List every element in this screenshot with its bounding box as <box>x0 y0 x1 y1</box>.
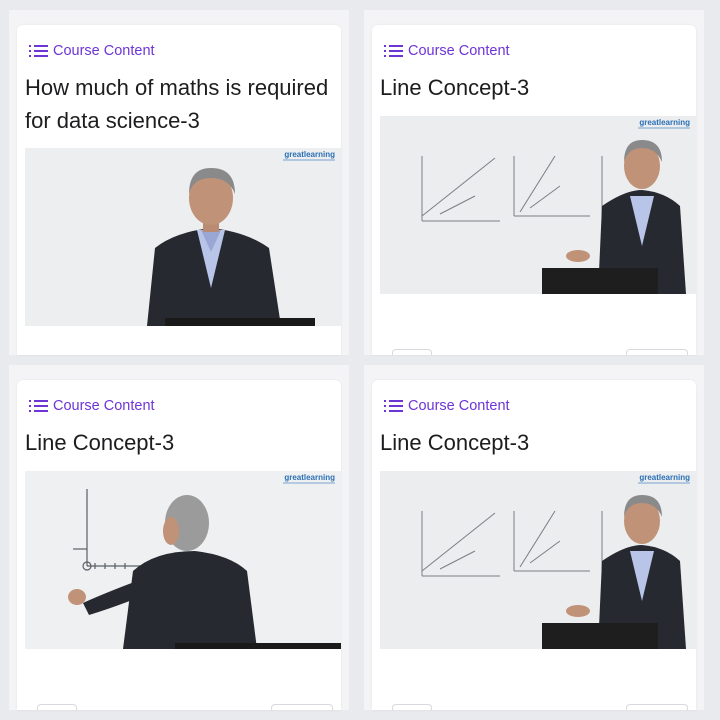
course-content-label: Course Content <box>408 43 510 59</box>
lecture-title: Line Concept-3 <box>380 75 530 100</box>
course-card: Course Content Line Concept-3 greatlearn… <box>364 365 704 710</box>
card-action-stub <box>626 349 688 355</box>
course-card: Course Content Line Concept-3 greatlearn… <box>364 10 704 355</box>
brand-watermark: greatlearning <box>639 118 690 127</box>
course-content-label: Course Content <box>53 43 155 59</box>
card-action-stub <box>392 349 432 355</box>
course-content-link[interactable]: Course Content <box>384 43 510 59</box>
card-action-stub <box>37 704 77 710</box>
course-content-link[interactable]: Course Content <box>29 398 155 414</box>
card-action-stub <box>392 704 432 710</box>
brand-watermark: greatlearning <box>284 473 335 482</box>
card-body: Course Content Line Concept-3 greatlearn… <box>372 25 696 355</box>
card-action-stub <box>626 704 688 710</box>
brand-watermark: greatlearning <box>284 150 335 159</box>
lecture-title: Line Concept-3 <box>25 430 175 455</box>
brand-watermark: greatlearning <box>639 473 690 482</box>
course-content-link[interactable]: Course Content <box>384 398 510 414</box>
list-icon <box>384 45 403 57</box>
course-card: Course Content How much of maths is requ… <box>9 10 349 355</box>
list-icon <box>384 400 403 412</box>
video-thumbnail[interactable]: greatlearning <box>25 148 341 326</box>
video-thumbnail[interactable]: greatlearning <box>25 471 341 649</box>
card-action-stub <box>271 704 333 710</box>
course-content-label: Course Content <box>53 398 155 414</box>
card-body: Course Content Line Concept-3 greatlearn… <box>17 380 341 710</box>
course-card: Course Content Line Concept-3 greatlearn… <box>9 365 349 710</box>
lecture-title: How much of maths is required for data s… <box>25 75 329 133</box>
video-thumbnail[interactable]: greatlearning <box>380 471 696 649</box>
card-body: Course Content How much of maths is requ… <box>17 25 341 355</box>
course-content-label: Course Content <box>408 398 510 414</box>
list-icon <box>29 45 48 57</box>
list-icon <box>29 400 48 412</box>
card-body: Course Content Line Concept-3 greatlearn… <box>372 380 696 710</box>
lecture-title: Line Concept-3 <box>380 430 530 455</box>
video-thumbnail[interactable]: greatlearning <box>380 116 696 294</box>
course-content-link[interactable]: Course Content <box>29 43 155 59</box>
